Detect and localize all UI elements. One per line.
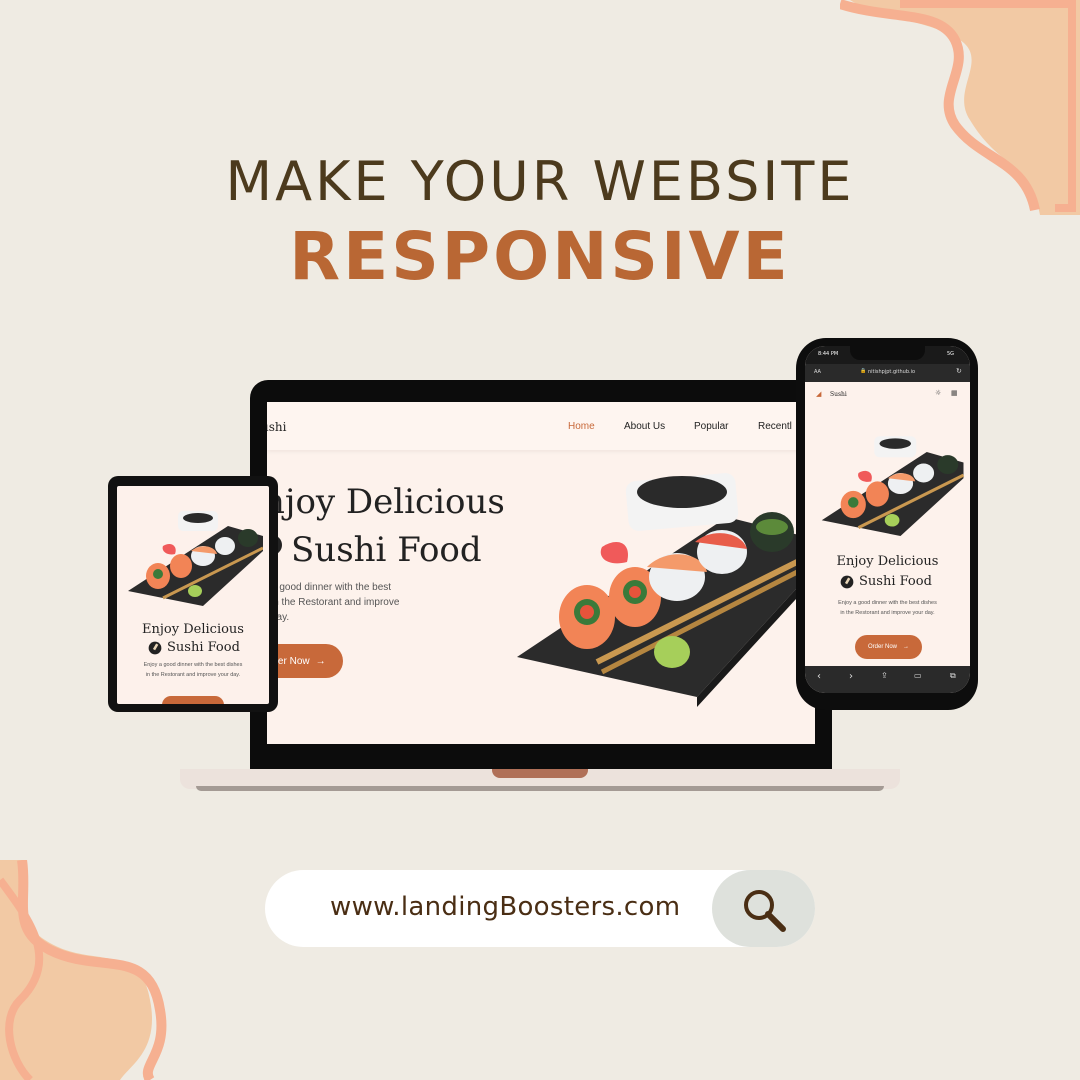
- tablet-title-1: Enjoy Delicious: [142, 622, 244, 637]
- decorative-wave-bottom-left: [0, 860, 167, 1080]
- phone-screen: 8:44 PM 5G AA 🔒 nitishpjpt.github.io ↻ ◢…: [805, 346, 970, 693]
- phone-aa[interactable]: AA: [814, 369, 821, 375]
- menu-grid-icon[interactable]: ▦: [951, 389, 958, 397]
- search-button[interactable]: [712, 870, 815, 947]
- nav-about[interactable]: About Us: [624, 421, 665, 432]
- reload-icon[interactable]: ↻: [956, 367, 962, 375]
- laptop-desc-2: in the Restorant and improve: [271, 597, 400, 608]
- lock-icon: 🔒: [860, 368, 867, 374]
- phone-title-2: Sushi Food: [859, 574, 932, 589]
- search-icon: [744, 890, 786, 932]
- sushi-logo-icon: ◢: [816, 390, 822, 398]
- tablet-sushi-image: [128, 511, 263, 606]
- nav-popular[interactable]: Popular: [694, 421, 728, 432]
- share-icon[interactable]: ⇪: [881, 671, 888, 680]
- tablet-desc-1: Enjoy a good dinner with the best dishes: [143, 662, 243, 668]
- sun-icon[interactable]: ☼: [935, 389, 941, 397]
- phone-signal: 5G: [947, 351, 955, 357]
- website-url[interactable]: www.landingBoosters.com: [330, 892, 680, 922]
- phone-title-1: Enjoy Delicious: [836, 554, 939, 569]
- sushi-icon: [840, 575, 854, 589]
- nav-home[interactable]: Home: [568, 421, 595, 432]
- laptop-base-shadow: [196, 786, 884, 791]
- tablet-desc-2: in the Restorant and improve your day.: [145, 672, 241, 678]
- laptop-screen: ushi Home About Us Popular Recentl njoy …: [267, 402, 815, 744]
- bookmarks-icon[interactable]: ▭: [914, 671, 922, 680]
- tablet-title-2: Sushi Food: [167, 640, 240, 655]
- headline-line1: MAKE YOUR WEBSITE: [225, 150, 855, 213]
- phone-notch: [850, 346, 925, 360]
- nav-recently[interactable]: Recentl: [758, 421, 792, 432]
- laptop-order-button[interactable]: der Now →: [267, 644, 343, 678]
- arrow-right-icon: →: [315, 655, 326, 667]
- arrow-right-icon: →: [903, 644, 909, 650]
- laptop-notch: [492, 769, 588, 778]
- tablet-screen: Enjoy Delicious Sushi Food Enjoy a good …: [117, 486, 269, 704]
- laptop-hero-title-2: Sushi Food: [291, 530, 482, 570]
- tabs-icon[interactable]: ⧉: [950, 671, 956, 681]
- laptop-desc-1: a good dinner with the best: [271, 582, 392, 593]
- laptop-desc-3: day.: [271, 612, 290, 623]
- phone-time: 8:44 PM: [818, 351, 839, 357]
- phone-desc-2: in the Restorant and improve your day.: [840, 610, 935, 616]
- phone-sushi-image: [821, 436, 965, 536]
- sushi-platter-image: [517, 473, 809, 707]
- back-icon[interactable]: ‹: [817, 671, 821, 682]
- sushi-icon: [148, 641, 162, 655]
- headline-line2: RESPONSIVE: [289, 218, 791, 295]
- phone-desc-1: Enjoy a good dinner with the best dishes: [838, 600, 937, 606]
- order-label: Order Now: [867, 644, 897, 650]
- phone-url[interactable]: nitishpjpt.github.io: [868, 369, 915, 375]
- phone-order-button[interactable]: Order Now →: [855, 635, 922, 659]
- tablet-order-button[interactable]: [162, 696, 224, 704]
- phone-logo[interactable]: Sushi: [830, 391, 847, 398]
- forward-icon[interactable]: ›: [849, 671, 853, 682]
- laptop-logo[interactable]: ushi: [267, 420, 286, 434]
- laptop-hero-title-1: njoy Delicious: [267, 482, 505, 522]
- laptop-navbar: ushi Home About Us Popular Recentl: [267, 402, 815, 450]
